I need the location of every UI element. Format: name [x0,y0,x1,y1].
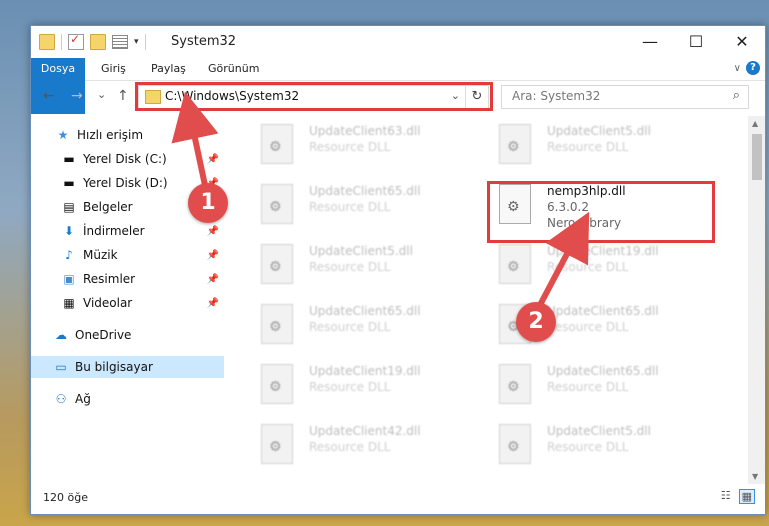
step-2-badge: 2 [516,302,556,342]
arrow-to-file [537,211,590,307]
arrow-to-address [171,91,219,191]
step-1-badge: 1 [188,183,228,223]
annotation-arrows [171,91,590,307]
